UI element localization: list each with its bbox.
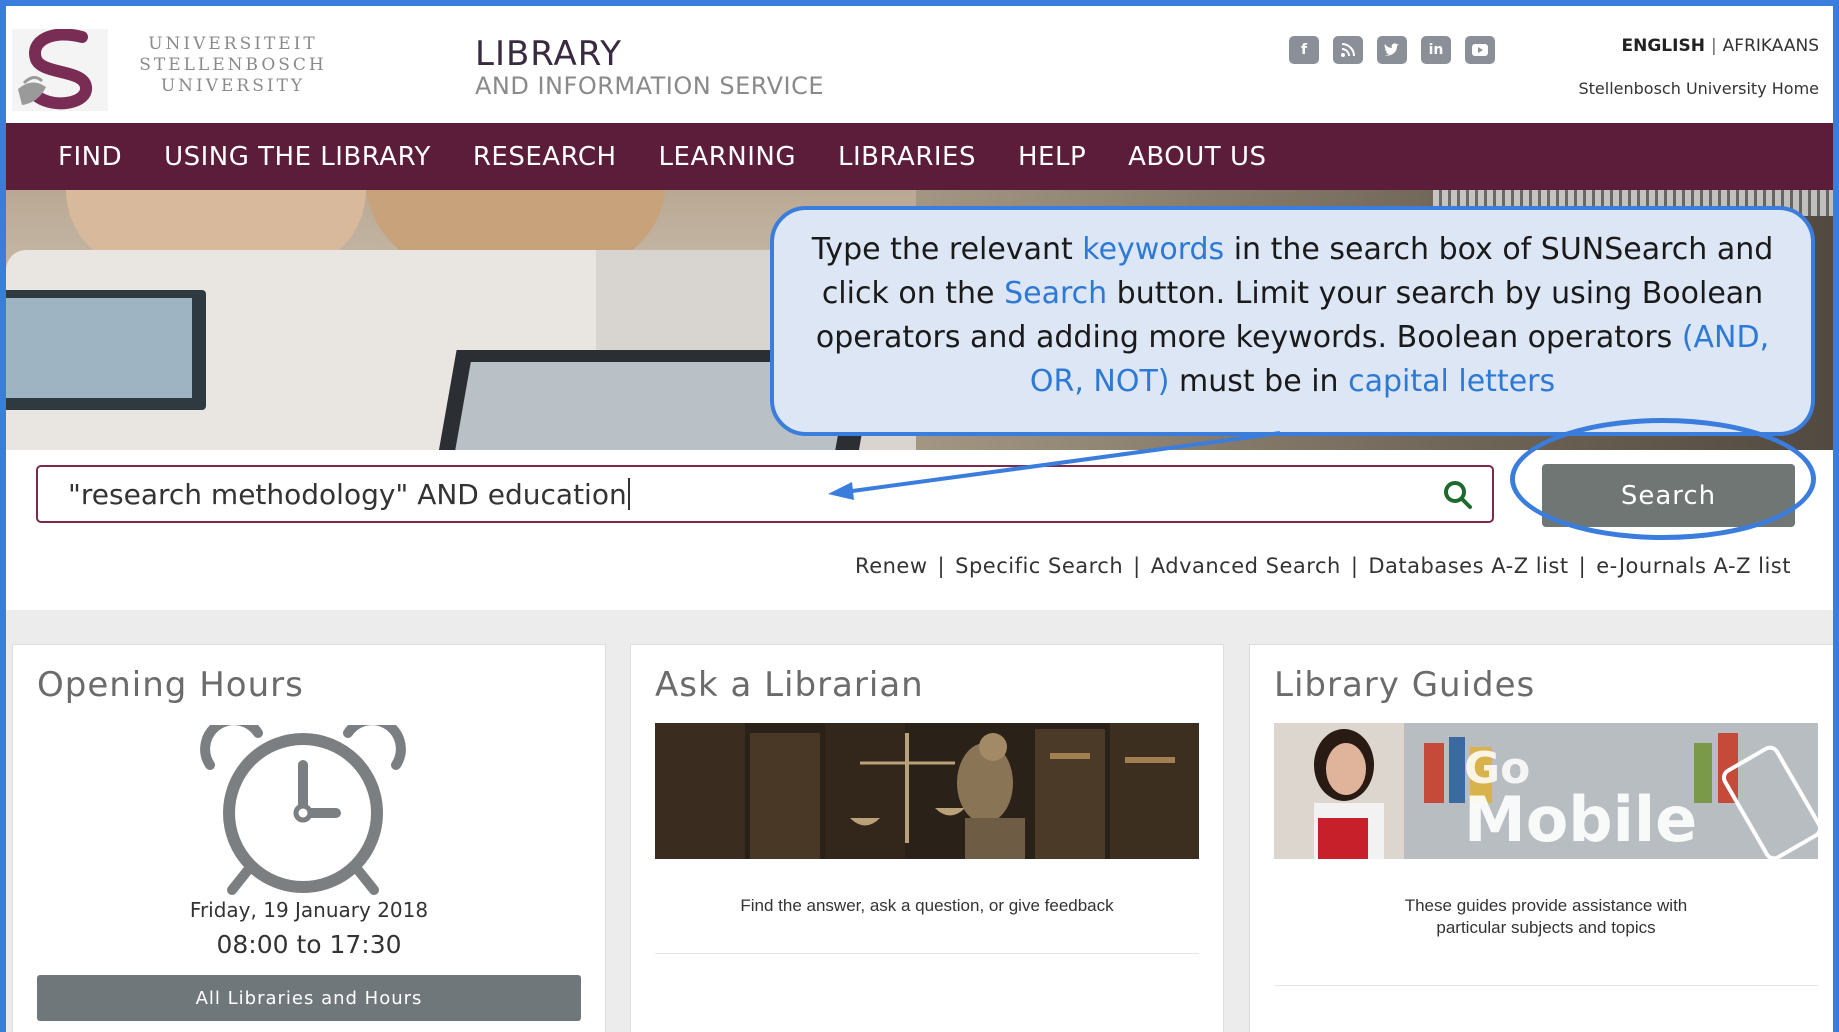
- search-links: Renew | Specific Search | Advanced Search | Da…: [855, 554, 1791, 578]
- library-guides-description-line: These guides provide assistance with: [1404, 896, 1688, 915]
- library-guides-description: These guides provide assistance with par…: [1274, 895, 1818, 939]
- ask-librarian-title[interactable]: Ask a Librarian: [655, 665, 924, 705]
- callout-highlight-search: Search: [1004, 276, 1108, 311]
- search-input[interactable]: "research methodology" AND education: [36, 465, 1494, 523]
- link-separator: |: [1350, 554, 1359, 578]
- specific-search-link[interactable]: Specific Search: [955, 554, 1123, 578]
- university-home-link[interactable]: Stellenbosch University Home: [1579, 79, 1820, 98]
- search-input-value: "research methodology" AND education: [68, 477, 627, 511]
- library-title[interactable]: LIBRARY: [475, 34, 622, 74]
- link-separator: |: [1133, 554, 1141, 578]
- tutorial-callout: Type the relevant keywords in the search…: [770, 206, 1815, 436]
- link-separator: |: [1578, 554, 1587, 578]
- linkedin-icon[interactable]: in: [1421, 36, 1451, 64]
- opening-hours-card: Opening Hours Friday, 19 January 2018 08…: [12, 644, 606, 1032]
- lang-afrikaans-link[interactable]: AFRIKAANS: [1723, 36, 1819, 56]
- callout-text: must be in: [1169, 364, 1349, 399]
- search-button-highlight-ellipse: [1510, 418, 1816, 540]
- twitter-icon[interactable]: [1377, 36, 1407, 64]
- callout-highlight-keywords: keywords: [1082, 232, 1225, 267]
- card-divider: [655, 953, 1199, 954]
- university-logo[interactable]: [12, 29, 108, 111]
- library-guides-description-line: particular subjects and topics: [1436, 918, 1656, 937]
- library-guides-card: Library Guides Go Mobile These guides pr…: [1249, 644, 1839, 1032]
- search-icon[interactable]: [1443, 480, 1473, 510]
- library-guides-image[interactable]: Go Mobile: [1274, 723, 1818, 859]
- lang-english-link[interactable]: ENGLISH: [1622, 36, 1705, 56]
- advanced-search-link[interactable]: Advanced Search: [1151, 554, 1341, 578]
- callout-text: Type the relevant: [811, 232, 1083, 267]
- all-libraries-hours-button[interactable]: All Libraries and Hours: [37, 975, 581, 1021]
- youtube-icon[interactable]: [1465, 36, 1495, 64]
- ask-librarian-image[interactable]: [655, 723, 1199, 859]
- main-nav: FIND USING THE LIBRARY RESEARCH LEARNING…: [6, 123, 1833, 190]
- link-separator: |: [937, 554, 946, 578]
- library-guides-title[interactable]: Library Guides: [1274, 665, 1535, 705]
- content-area: Opening Hours Friday, 19 January 2018 08…: [6, 610, 1839, 1032]
- nav-item-libraries[interactable]: LIBRARIES: [838, 142, 976, 172]
- opening-time: 08:00 to 17:30: [216, 930, 402, 959]
- nav-item-research[interactable]: RESEARCH: [473, 142, 617, 172]
- ask-librarian-card: Ask a Librarian Find the answer, ask a q…: [630, 644, 1224, 1032]
- nav-item-about-us[interactable]: ABOUT US: [1128, 142, 1266, 172]
- ejournals-az-link[interactable]: e-Journals A-Z list: [1596, 554, 1791, 578]
- facebook-icon[interactable]: f: [1289, 36, 1319, 64]
- lang-separator: |: [1710, 36, 1717, 56]
- nav-item-find[interactable]: FIND: [58, 142, 122, 172]
- university-name-line: UNIVERSITEIT: [148, 34, 318, 54]
- language-switch: ENGLISH | AFRIKAANS: [1622, 36, 1820, 56]
- opening-hours-title: Opening Hours: [37, 665, 304, 705]
- hero-monitor-screen: [6, 298, 192, 398]
- nav-item-using-the-library[interactable]: USING THE LIBRARY: [164, 142, 431, 172]
- callout-highlight-capitals: capital letters: [1348, 364, 1556, 399]
- databases-az-link[interactable]: Databases A-Z list: [1368, 554, 1568, 578]
- university-name[interactable]: UNIVERSITEIT STELLENBOSCH UNIVERSITY: [128, 34, 338, 97]
- renew-link[interactable]: Renew: [855, 554, 927, 578]
- opening-date: Friday, 19 January 2018: [189, 898, 429, 922]
- guides-image-mobile-text: Mobile: [1464, 783, 1697, 856]
- nav-item-learning[interactable]: LEARNING: [659, 142, 796, 172]
- site-header: UNIVERSITEIT STELLENBOSCH UNIVERSITY LIB…: [6, 6, 1833, 123]
- library-subtitle: AND INFORMATION SERVICE: [475, 72, 825, 100]
- alarm-clock-icon: [200, 725, 406, 895]
- card-divider: [1274, 985, 1818, 986]
- social-links: f in: [1289, 36, 1495, 64]
- university-name-line: STELLENBOSCH: [139, 55, 327, 75]
- nav-item-help[interactable]: HELP: [1018, 142, 1086, 172]
- university-name-line: UNIVERSITY: [160, 76, 306, 96]
- text-caret: [627, 478, 630, 510]
- ask-librarian-description: Find the answer, ask a question, or give…: [740, 896, 1114, 915]
- rss-icon[interactable]: [1333, 36, 1363, 64]
